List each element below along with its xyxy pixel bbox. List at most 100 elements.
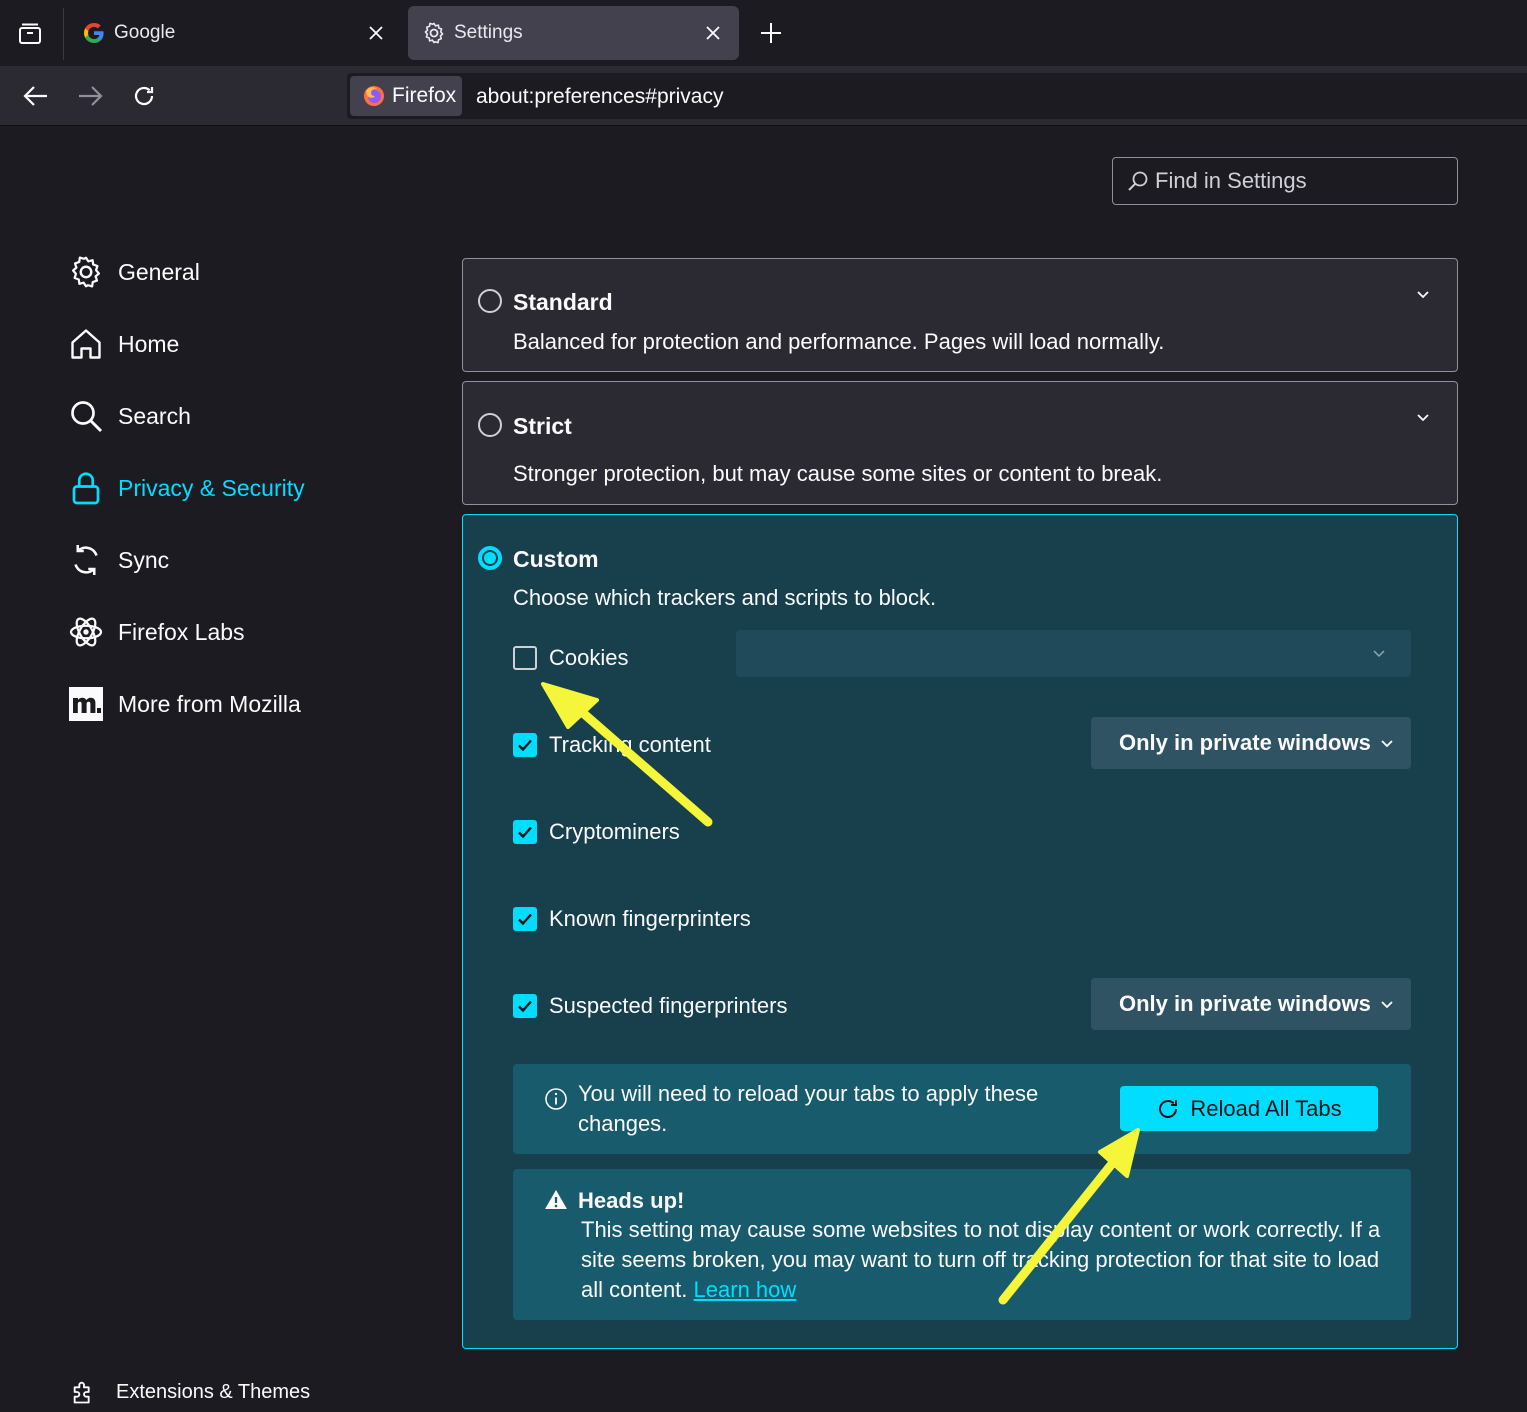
search-icon xyxy=(66,396,106,436)
sidebar-item-home[interactable]: Home xyxy=(66,320,396,368)
chevron-down-icon xyxy=(1381,740,1393,748)
warning-title: Heads up! xyxy=(578,1188,685,1213)
custom-title: Custom xyxy=(513,546,599,572)
puzzle-icon xyxy=(73,1381,90,1404)
folder-tabs-icon xyxy=(19,23,41,44)
close-icon xyxy=(706,26,720,40)
close-tab-button[interactable] xyxy=(364,21,388,45)
warning-icon xyxy=(545,1190,567,1209)
url-text[interactable]: about:preferences#privacy xyxy=(476,85,723,109)
atom-icon xyxy=(66,612,106,652)
option-label: Suspected fingerprinters xyxy=(549,993,788,1018)
navigation-bar: Firefox about:preferences#privacy xyxy=(0,66,1527,126)
info-icon xyxy=(545,1088,567,1110)
select-value: Only in private windows xyxy=(1119,991,1371,1016)
sidebar-item-privacy-security[interactable]: Privacy & Security xyxy=(66,464,396,512)
tracking-content-select[interactable]: Only in private windows xyxy=(1091,717,1411,769)
warning-text-block: This setting may cause some websites to … xyxy=(581,1215,1391,1305)
standard-description: Balanced for protection and performance.… xyxy=(513,329,1165,354)
sidebar-item-label: More from Mozilla xyxy=(118,690,301,717)
tab-google[interactable]: Google xyxy=(68,6,402,60)
identity-label: Firefox xyxy=(392,84,457,107)
option-cookies[interactable]: Cookies xyxy=(513,642,628,674)
sidebar-item-label: Home xyxy=(118,330,180,357)
learn-how-link[interactable]: Learn how xyxy=(694,1277,797,1302)
find-in-settings[interactable] xyxy=(1112,157,1458,205)
protection-strict-card[interactable]: Strict Stronger protection, but may caus… xyxy=(462,381,1458,505)
chevron-down-icon[interactable] xyxy=(1413,408,1433,428)
plus-icon xyxy=(761,23,781,43)
checkmark-icon xyxy=(518,1000,532,1013)
sidebar-item-label: Firefox Labs xyxy=(118,618,245,645)
tab-settings[interactable]: Settings xyxy=(408,6,739,60)
strict-description: Stronger protection, but may cause some … xyxy=(513,461,1163,486)
tab-title: Google xyxy=(114,22,176,43)
close-icon xyxy=(369,26,383,40)
mozilla-m-icon xyxy=(66,684,106,724)
checkmark-icon xyxy=(518,739,532,752)
checkmark-icon xyxy=(518,826,532,839)
sidebar-item-label: Sync xyxy=(118,546,170,573)
tab-title: Settings xyxy=(454,22,523,43)
reload-all-tabs-button[interactable]: Reload All Tabs xyxy=(1120,1086,1378,1131)
lock-icon xyxy=(66,468,106,508)
firefox-logo-icon xyxy=(364,86,384,106)
tab-overview-button[interactable] xyxy=(14,18,46,50)
close-tab-button[interactable] xyxy=(701,21,725,45)
sidebar-item-sync[interactable]: Sync xyxy=(66,536,396,584)
reload-icon xyxy=(134,86,154,106)
strict-title: Strict xyxy=(513,413,572,439)
sidebar-item-label: General xyxy=(118,258,200,285)
extensions-themes-link[interactable]: Extensions & Themes xyxy=(70,1374,310,1410)
sidebar-item-search[interactable]: Search xyxy=(66,392,396,440)
option-label: Cookies xyxy=(549,645,629,670)
select-value: Only in private windows xyxy=(1119,730,1371,755)
standard-radio[interactable] xyxy=(478,289,502,313)
sidebar-item-label: Search xyxy=(118,402,191,429)
google-icon xyxy=(84,23,104,43)
arrow-left-icon xyxy=(23,86,47,106)
new-tab-button[interactable] xyxy=(756,18,786,48)
sync-icon xyxy=(66,540,106,580)
strict-radio[interactable] xyxy=(478,413,502,437)
sidebar-item-general[interactable]: General xyxy=(66,248,396,296)
cryptominers-checkbox[interactable] xyxy=(513,820,537,844)
cookies-select[interactable] xyxy=(736,630,1411,677)
tab-strip: Google Settings xyxy=(0,0,1527,66)
known-fingerprinters-checkbox[interactable] xyxy=(513,907,537,931)
option-label: Known fingerprinters xyxy=(549,906,751,931)
reload-icon xyxy=(1159,1099,1178,1118)
cookies-checkbox[interactable] xyxy=(513,646,537,670)
reload-notice-text: You will need to reload your tabs to app… xyxy=(578,1081,1039,1136)
extensions-themes-label: Extensions & Themes xyxy=(116,1380,311,1403)
option-label: Tracking content xyxy=(549,732,711,757)
chevron-down-icon[interactable] xyxy=(1413,285,1433,305)
standard-title: Standard xyxy=(513,289,613,315)
suspected-fingerprinters-select[interactable]: Only in private windows xyxy=(1091,978,1411,1030)
option-label: Cryptominers xyxy=(549,819,680,844)
identity-box[interactable]: Firefox xyxy=(350,76,462,116)
reload-button[interactable] xyxy=(128,80,160,112)
option-cryptominers[interactable]: Cryptominers xyxy=(513,816,680,848)
sidebar-item-more-from-mozilla[interactable]: More from Mozilla xyxy=(66,680,396,728)
url-bar[interactable]: Firefox about:preferences#privacy xyxy=(347,73,1527,119)
suspected-fingerprinters-checkbox[interactable] xyxy=(513,994,537,1018)
sidebar-item-firefox-labs[interactable]: Firefox Labs xyxy=(66,608,396,656)
option-known-fingerprinters[interactable]: Known fingerprinters xyxy=(513,903,751,935)
option-tracking-content[interactable]: Tracking content xyxy=(513,729,711,761)
heads-up-warning: Heads up! This setting may cause some we… xyxy=(513,1169,1411,1320)
custom-radio[interactable] xyxy=(478,546,502,570)
chevron-down-icon xyxy=(1381,1001,1393,1009)
protection-standard-card[interactable]: Standard Balanced for protection and per… xyxy=(462,258,1458,372)
home-icon xyxy=(66,324,106,364)
checkmark-icon xyxy=(518,913,532,926)
forward-button[interactable] xyxy=(74,80,106,112)
tracking-content-checkbox[interactable] xyxy=(513,733,537,757)
chevron-down-icon xyxy=(1373,650,1385,658)
protection-custom-card[interactable]: Custom Choose which trackers and scripts… xyxy=(462,514,1458,1349)
option-suspected-fingerprinters[interactable]: Suspected fingerprinters xyxy=(513,990,787,1022)
back-button[interactable] xyxy=(20,80,52,112)
find-in-settings-input[interactable] xyxy=(1155,168,1445,194)
sidebar-item-label: Privacy & Security xyxy=(118,474,305,501)
reload-notice: You will need to reload your tabs to app… xyxy=(513,1064,1411,1154)
